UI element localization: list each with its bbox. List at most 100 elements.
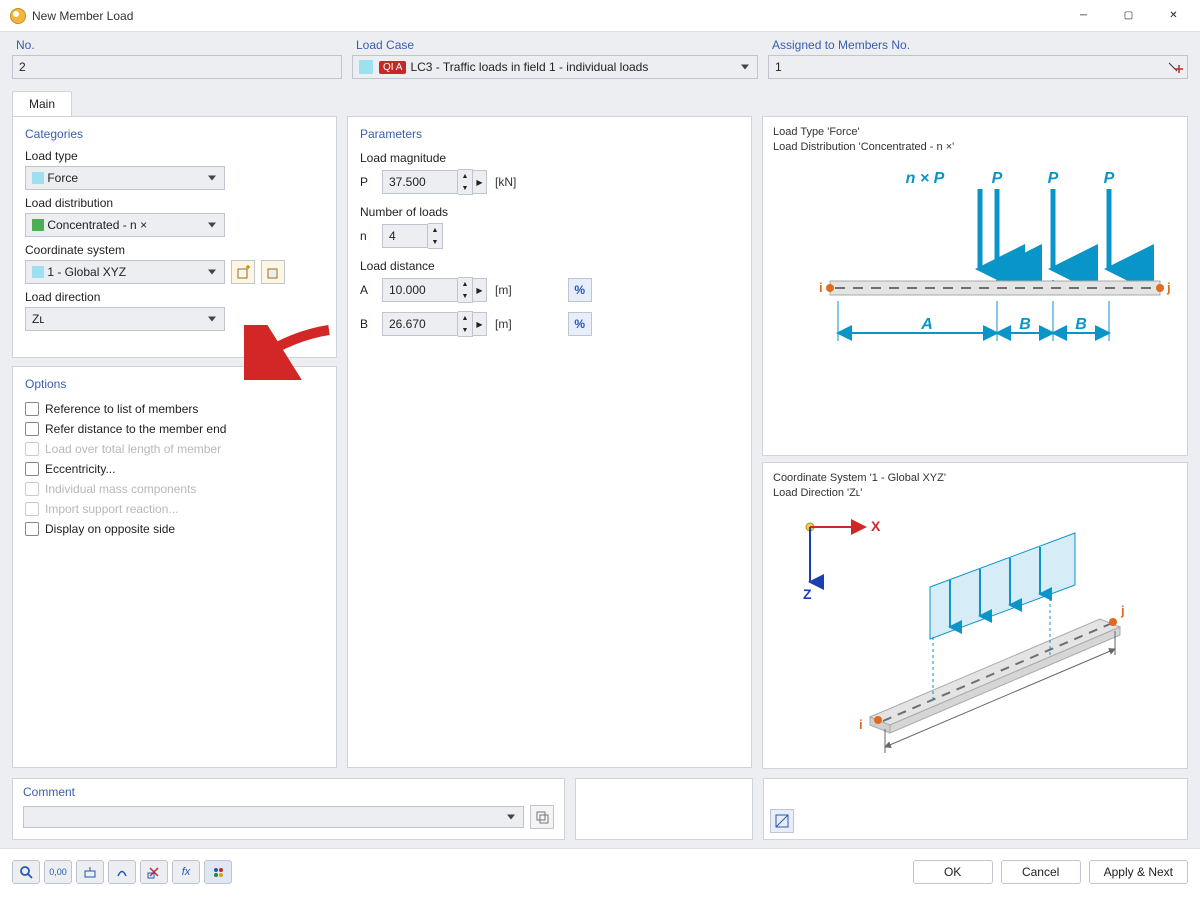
step-button[interactable]: ▶ (473, 312, 487, 336)
svg-text:j: j (1120, 603, 1125, 618)
load-type-label: Load type (25, 149, 324, 163)
load-distribution-swatch-icon (32, 219, 44, 231)
svg-text:i: i (819, 280, 823, 295)
tab-bar: Main (0, 79, 1200, 116)
option-ref-list[interactable]: Reference to list of members (25, 399, 324, 419)
A-percent-button[interactable]: % (568, 278, 592, 302)
preview-top-diagram: n × P P P P i j (773, 161, 1177, 391)
svg-text:P: P (992, 170, 1003, 187)
svg-text:B: B (1019, 316, 1031, 333)
P-symbol: P (360, 175, 374, 189)
P-input[interactable]: 37.500 (382, 170, 458, 194)
option-opposite[interactable]: Display on opposite side (25, 519, 324, 539)
assigned-input[interactable]: 1 (768, 55, 1188, 79)
load-distribution-label: Load distribution (25, 196, 324, 210)
A-input[interactable]: 10.000 (382, 278, 458, 302)
no-input[interactable]: 2 (12, 55, 342, 79)
toolbar-button-2[interactable]: 0,00 (44, 860, 72, 884)
coord-swatch-icon (32, 266, 44, 278)
comment-copy-button[interactable] (530, 805, 554, 829)
option-over-total: Load over total length of member (25, 439, 324, 459)
assigned-label: Assigned to Members No. (768, 38, 1188, 52)
checkbox-icon (25, 422, 39, 436)
checkbox-icon (25, 482, 39, 496)
preview-top-line2: Load Distribution 'Concentrated - n ×' (773, 140, 1177, 155)
comment-title: Comment (23, 785, 554, 799)
load-type-combo[interactable]: Force (25, 166, 225, 190)
spin-up-icon[interactable]: ▲ (428, 224, 442, 236)
window-title: New Member Load (32, 9, 1061, 23)
spin-down-icon[interactable]: ▼ (458, 182, 472, 194)
categories-title: Categories (25, 127, 324, 141)
edit-coord-system-button[interactable] (261, 260, 285, 284)
B-percent-button[interactable]: % (568, 312, 592, 336)
n-input[interactable]: 4 (382, 224, 428, 248)
spin-down-icon[interactable]: ▼ (428, 236, 442, 248)
svg-text:P: P (1048, 170, 1059, 187)
apply-next-button[interactable]: Apply & Next (1089, 860, 1188, 884)
tab-main[interactable]: Main (12, 91, 72, 116)
toolbar-button-3[interactable] (76, 860, 104, 884)
load-direction-combo[interactable]: Zʟ (25, 307, 225, 331)
load-type-swatch-icon (32, 172, 44, 184)
toolbar-button-5[interactable] (140, 860, 168, 884)
close-button[interactable]: ✕ (1151, 0, 1196, 32)
B-input[interactable]: 26.670 (382, 312, 458, 336)
coord-system-combo[interactable]: 1 - Global XYZ (25, 260, 225, 284)
loadcase-badge: QI A (379, 61, 406, 74)
svg-text:i: i (859, 717, 863, 732)
minimize-button[interactable]: ─ (1061, 0, 1106, 32)
preview-bottom-line2: Load Direction 'Zʟ' (773, 486, 1177, 501)
svg-text:B: B (1075, 316, 1087, 333)
title-bar: New Member Load ─ ▢ ✕ (0, 0, 1200, 32)
load-distribution-combo[interactable]: Concentrated - n × (25, 213, 225, 237)
preview-settings-button[interactable] (770, 809, 794, 833)
toolbar-button-1[interactable] (12, 860, 40, 884)
spin-up-icon[interactable]: ▲ (458, 170, 472, 182)
option-refer-end[interactable]: Refer distance to the member end (25, 419, 324, 439)
spin-up-icon[interactable]: ▲ (458, 312, 472, 324)
option-eccentricity[interactable]: Eccentricity... (25, 459, 324, 479)
step-button[interactable]: ▶ (473, 170, 487, 194)
blank-panel (575, 778, 753, 840)
svg-text:j: j (1166, 280, 1171, 295)
preview-bottom: Coordinate System '1 - Global XYZ' Load … (762, 462, 1188, 769)
A-unit: [m] (495, 283, 512, 297)
loadcase-value: LC3 - Traffic loads in field 1 - individ… (410, 60, 648, 74)
toolbar-button-6[interactable]: fx (172, 860, 200, 884)
step-button[interactable]: ▶ (473, 278, 487, 302)
loadcase-label: Load Case (352, 38, 758, 52)
svg-text:P: P (1104, 170, 1115, 187)
svg-text:A: A (920, 316, 933, 333)
svg-text:n × P: n × P (906, 170, 945, 187)
load-direction-label: Load direction (25, 290, 324, 304)
spin-up-icon[interactable]: ▲ (458, 278, 472, 290)
toolbar-button-4[interactable] (108, 860, 136, 884)
A-symbol: A (360, 283, 374, 297)
parameters-title: Parameters (360, 127, 739, 141)
preview-top: Load Type 'Force' Load Distribution 'Con… (762, 116, 1188, 456)
toolbar-button-7[interactable] (204, 860, 232, 884)
spin-down-icon[interactable]: ▼ (458, 290, 472, 302)
loadcase-combo[interactable]: QI A LC3 - Traffic loads in field 1 - in… (352, 55, 758, 79)
ok-button[interactable]: OK (913, 860, 993, 884)
pick-members-icon[interactable] (1164, 58, 1186, 80)
new-coord-system-button[interactable] (231, 260, 255, 284)
app-icon (10, 8, 26, 24)
cancel-button[interactable]: Cancel (1001, 860, 1081, 884)
B-symbol: B (360, 317, 374, 331)
no-label: No. (12, 38, 342, 52)
preview-bottom-diagram: X Z i j (773, 507, 1177, 757)
option-import-support: Import support reaction... (25, 499, 324, 519)
magnitude-label: Load magnitude (360, 151, 739, 165)
checkbox-icon (25, 462, 39, 476)
comment-combo[interactable] (23, 806, 524, 828)
n-symbol: n (360, 229, 374, 243)
coord-system-label: Coordinate system (25, 243, 324, 257)
option-mass: Individual mass components (25, 479, 324, 499)
preview-bottom-line1: Coordinate System '1 - Global XYZ' (773, 471, 1177, 486)
loadcase-swatch-icon (359, 60, 373, 74)
checkbox-icon (25, 402, 39, 416)
maximize-button[interactable]: ▢ (1106, 0, 1151, 32)
spin-down-icon[interactable]: ▼ (458, 324, 472, 336)
